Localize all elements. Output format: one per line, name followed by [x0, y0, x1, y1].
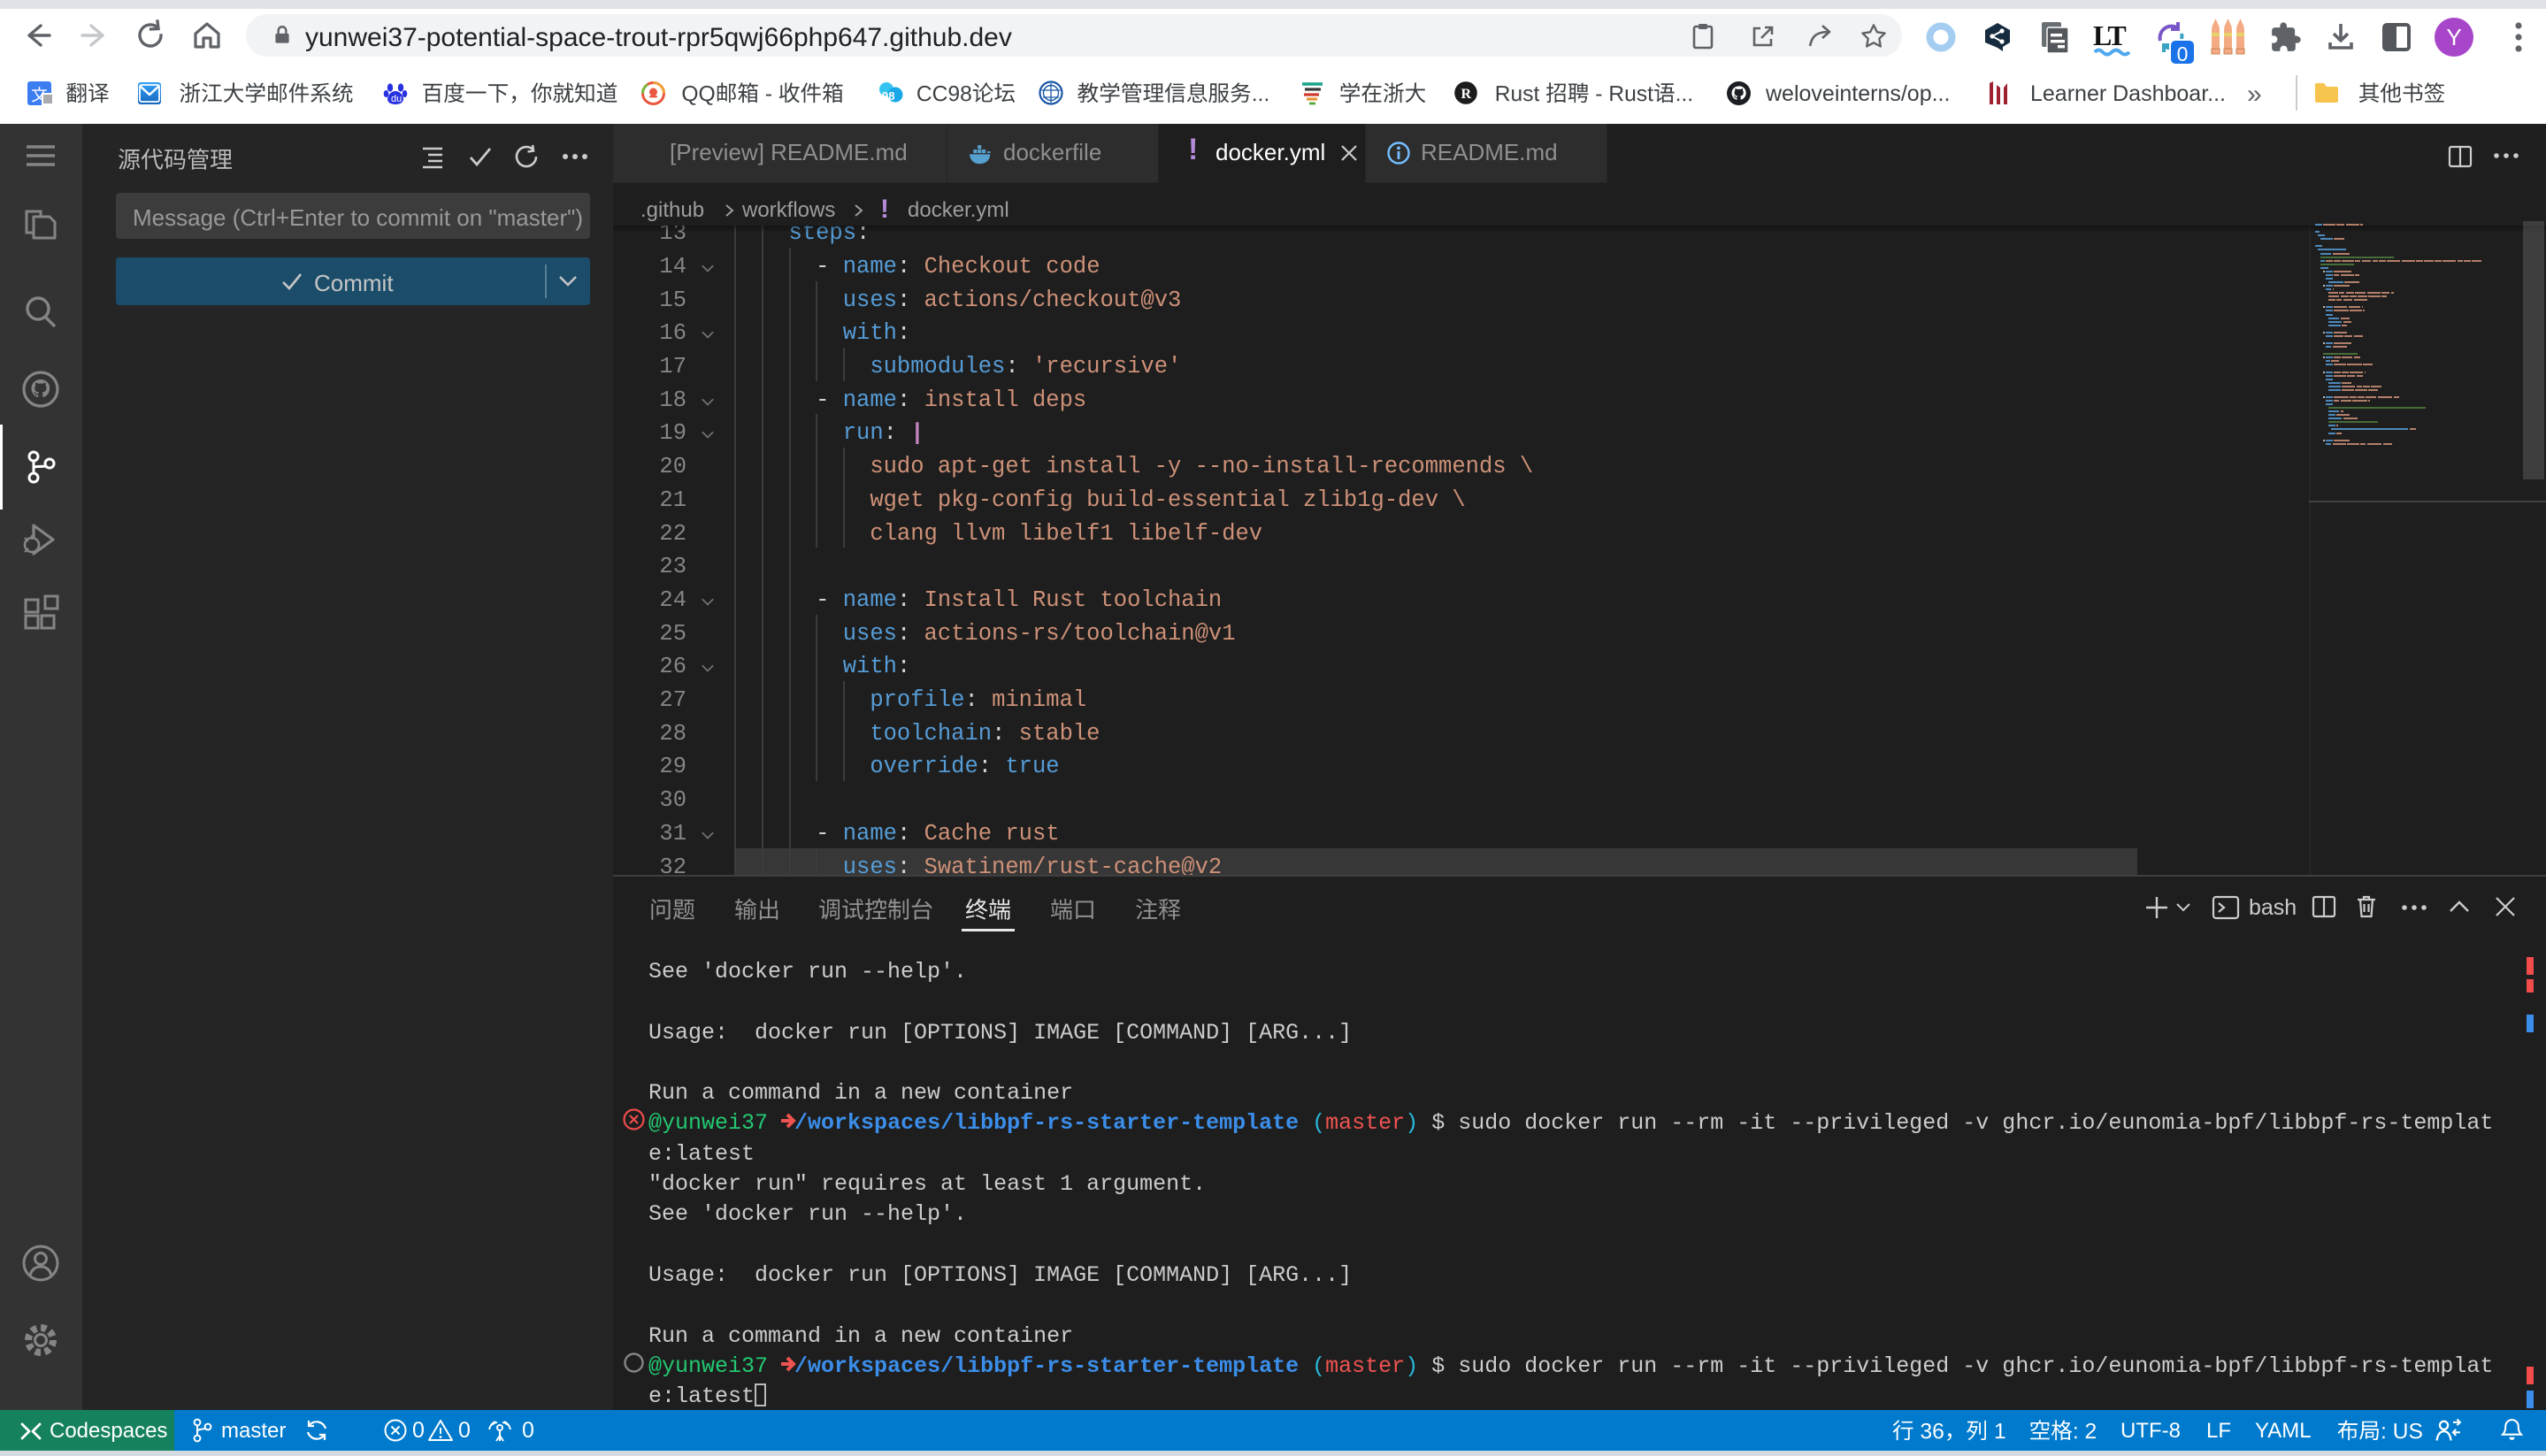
svg-text:98: 98 [882, 89, 894, 103]
svg-text:R: R [1461, 87, 1472, 102]
svg-text:du: du [391, 94, 402, 104]
